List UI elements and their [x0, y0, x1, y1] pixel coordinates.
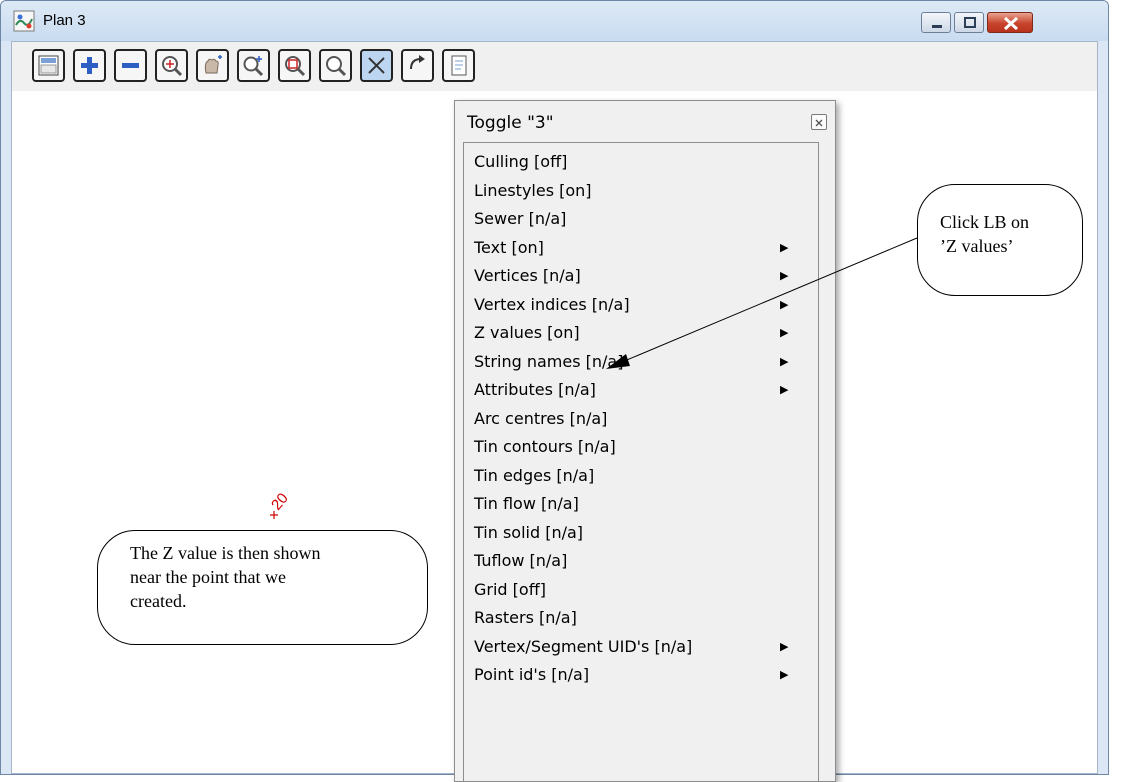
undo-icon — [401, 49, 434, 82]
menu-item-label: Point id's [n/a] — [474, 665, 590, 684]
zoom-search-button[interactable] — [319, 49, 352, 82]
menu-item[interactable]: Culling [off] — [474, 149, 804, 175]
menu-item-label: Sewer [n/a] — [474, 209, 567, 228]
menu-item-label: Z values [on] — [474, 323, 580, 342]
close-icon — [1003, 16, 1019, 31]
submenu-arrow-icon: ▶ — [780, 326, 789, 339]
menu-item[interactable]: Text [on] ▶ — [474, 235, 804, 261]
menu-item[interactable]: Tin edges [n/a] — [474, 463, 804, 489]
plan-app-icon — [13, 10, 35, 32]
menu-item-label: Vertex/Segment UID's [n/a] — [474, 636, 693, 656]
minimize-icon — [932, 25, 942, 28]
page-button[interactable] — [442, 49, 475, 82]
maximize-icon — [964, 17, 976, 28]
zoom-in-plus-button[interactable] — [73, 49, 106, 82]
submenu-arrow-icon: ▶ — [780, 240, 789, 254]
menu-item[interactable]: Vertex/Segment UID's [n/a] ▶ — [474, 634, 804, 660]
menu-item-label: Tin edges [n/a] — [474, 465, 595, 485]
menu-item[interactable]: Rasters [n/a] — [474, 605, 804, 631]
menu-item-label: Tin solid [n/a] — [474, 522, 584, 542]
submenu-arrow-icon: ▶ — [780, 668, 789, 681]
menu-item-label: Attributes [n/a] — [474, 380, 596, 399]
undo-button[interactable] — [401, 49, 434, 82]
menu-item[interactable]: Tuflow [n/a] — [474, 548, 804, 574]
layout-icon — [32, 49, 65, 82]
menu-item[interactable]: Sewer [n/a] — [474, 206, 804, 232]
menu-item-label: Vertex indices [n/a] — [474, 294, 630, 314]
toggle-button[interactable] — [360, 49, 393, 82]
pan-hand-icon — [196, 49, 229, 82]
popup-title: Toggle "3" — [467, 113, 554, 133]
zoom-extent-button[interactable] — [155, 49, 188, 82]
close-button[interactable] — [987, 12, 1033, 33]
callout-line: near the point that we — [130, 567, 286, 587]
menu-item-label: Tin flow [n/a] — [474, 494, 579, 513]
submenu-arrow-icon: ▶ — [780, 639, 789, 653]
menu-item[interactable]: Point id's [n/a] ▶ — [474, 662, 804, 688]
zoom-out-minus-icon — [114, 49, 147, 82]
pan-hand-button[interactable] — [196, 49, 229, 82]
submenu-arrow-icon: ▶ — [780, 383, 789, 396]
toggle-popup: Toggle "3" Culling [off] Linestyles [on] S… — [454, 100, 836, 782]
zoom-plus-button[interactable] — [237, 49, 270, 82]
zoom-extent-icon — [155, 49, 188, 82]
menu-item[interactable]: String names [n/a] ▶ — [474, 349, 804, 375]
menu-item-label: Text [on] — [474, 237, 544, 257]
toggle-menu: Culling [off] Linestyles [on] Sewer [n/a] T… — [463, 142, 819, 782]
menu-item-label: Rasters [n/a] — [474, 608, 577, 627]
toggle-icon — [360, 49, 393, 82]
toolbar — [11, 41, 1098, 91]
menu-item[interactable]: Tin flow [n/a] — [474, 491, 804, 517]
menu-item-label: Linestyles [on] — [474, 180, 592, 200]
submenu-arrow-icon: ▶ — [780, 354, 789, 368]
title-bar[interactable]: Plan 3 — [1, 1, 1108, 41]
zoom-out-minus-button[interactable] — [114, 49, 147, 82]
submenu-arrow-icon: ▶ — [780, 269, 789, 282]
menu-item[interactable]: Vertex indices [n/a] ▶ — [474, 292, 804, 318]
callout-z-value: The Z value is then shown near the point… — [97, 530, 428, 645]
menu-item-label: Vertices [n/a] — [474, 266, 581, 285]
callout-line: The Z value is then shown — [130, 543, 321, 563]
zoom-window-icon — [278, 49, 311, 82]
callout-line: ’Z values’ — [940, 236, 1014, 256]
menu-item-label: Culling [off] — [474, 152, 568, 171]
callout-line: Click LB on — [940, 212, 1029, 232]
menu-item[interactable]: Grid [off] — [474, 577, 804, 603]
window-title: Plan 3 — [43, 12, 86, 29]
menu-item-label: String names [n/a] — [474, 351, 624, 371]
menu-item[interactable]: Arc centres [n/a] — [474, 406, 804, 432]
menu-item-label: Grid [off] — [474, 579, 546, 599]
menu-item[interactable]: Tin contours [n/a] — [474, 434, 804, 460]
menu-item-label: Arc centres [n/a] — [474, 408, 608, 428]
submenu-arrow-icon: ▶ — [780, 297, 789, 311]
zoom-plus-icon — [237, 49, 270, 82]
created-point: 20 — [264, 481, 304, 531]
popup-close-button[interactable] — [811, 114, 827, 130]
menu-item[interactable]: Z values [on] ▶ — [474, 320, 804, 346]
menu-item[interactable]: Linestyles [on] — [474, 178, 804, 204]
point-marker: 20 — [268, 490, 292, 519]
menu-item[interactable]: Attributes [n/a] ▶ — [474, 377, 804, 403]
layout-button[interactable] — [32, 49, 65, 82]
callout-line: created. — [130, 591, 187, 611]
z-value-label: 20 — [268, 490, 292, 514]
menu-item-label: Tin contours [n/a] — [474, 437, 616, 456]
zoom-in-plus-icon — [73, 49, 106, 82]
callout-click-lb: Click LB on ’Z values’ — [917, 184, 1083, 296]
menu-item[interactable]: Tin solid [n/a] — [474, 520, 804, 546]
menu-item-label: Tuflow [n/a] — [474, 551, 568, 570]
minimize-button[interactable] — [921, 12, 951, 33]
menu-item[interactable]: Vertices [n/a] ▶ — [474, 263, 804, 289]
page-icon — [442, 49, 475, 82]
close-icon — [815, 119, 823, 127]
zoom-window-button[interactable] — [278, 49, 311, 82]
zoom-search-icon — [319, 49, 352, 82]
maximize-button[interactable] — [954, 12, 984, 33]
